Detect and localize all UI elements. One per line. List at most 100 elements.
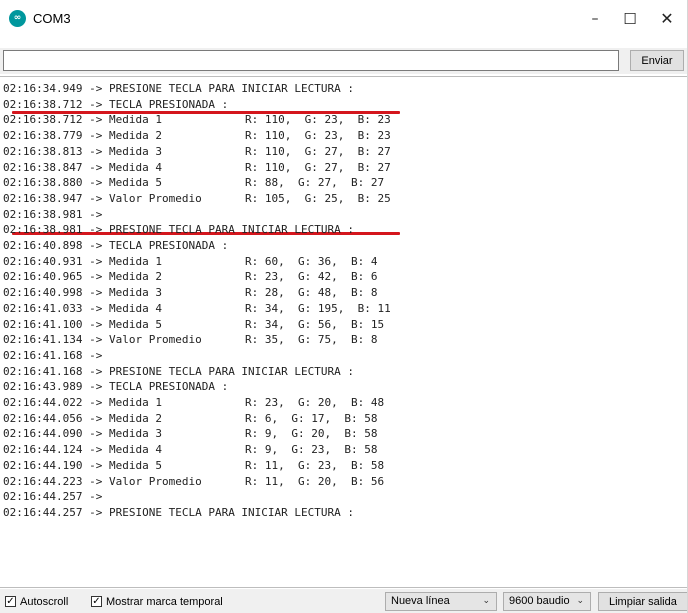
log-arrow: -> (82, 348, 103, 362)
log-line: 02:16:34.949 -> PRESIONE TECLA PARA INIC… (3, 81, 354, 96)
log-arrow: -> (82, 333, 109, 347)
serial-output[interactable]: 02:16:34.949 -> PRESIONE TECLA PARA INIC… (0, 76, 687, 588)
log-values: R: 34, G: 56, B: 15 (245, 317, 385, 331)
log-timestamp: 02:16:44.090 (3, 427, 83, 441)
log-line: 02:16:44.056 -> Medida 2 R: 6, G: 17, B: … (3, 411, 377, 426)
log-timestamp: 02:16:44.223 (3, 474, 83, 488)
log-line: 02:16:38.981 -> PRESIONE TECLA PARA INIC… (3, 222, 354, 237)
log-arrow: -> (82, 144, 109, 158)
log-values: R: 60, G: 36, B: 4 (245, 254, 378, 268)
timestamp-label: Mostrar marca temporal (106, 596, 223, 608)
log-values: R: 35, G: 75, B: 8 (245, 333, 378, 347)
log-timestamp: 02:16:38.981 (3, 223, 83, 237)
log-line: 02:16:38.712 -> Medida 1 R: 110, G: 23, B… (3, 112, 391, 127)
log-line: 02:16:38.847 -> Medida 4 R: 110, G: 27, B… (3, 160, 391, 175)
log-message: Medida 2 (108, 270, 162, 284)
minimize-icon[interactable]: – (580, 8, 610, 30)
log-message: TECLA PRESIONADA : (108, 97, 229, 111)
log-message: Valor Promedio (108, 333, 202, 347)
log-timestamp: 02:16:43.989 (3, 380, 83, 394)
log-line: 02:16:41.134 -> Valor Promedio R: 35, G: … (3, 332, 377, 347)
log-message: Medida 3 (108, 144, 162, 158)
log-message: Medida 4 (108, 443, 162, 457)
log-message: PRESIONE TECLA PARA INICIAR LECTURA : (108, 82, 355, 95)
log-line: 02:16:38.880 -> Medida 5 R: 88, G: 27, B:… (3, 175, 384, 190)
log-timestamp: 02:16:38.981 (3, 207, 83, 221)
log-line: 02:16:44.124 -> Medida 4 R: 9, G: 23, B: … (3, 442, 377, 457)
line-ending-value: Nueva línea (391, 595, 450, 607)
log-arrow: -> (82, 317, 109, 331)
log-values: R: 28, G: 48, B: 8 (245, 286, 378, 300)
log-arrow: -> (82, 129, 109, 143)
log-timestamp: 02:16:38.880 (3, 176, 83, 190)
log-timestamp: 02:16:41.168 (3, 348, 83, 362)
log-message: Medida 5 (108, 458, 162, 472)
log-line: 02:16:43.989 -> TECLA PRESIONADA : (3, 379, 228, 394)
log-values: R: 23, G: 20, B: 48 (245, 396, 385, 409)
log-timestamp: 02:16:38.712 (3, 113, 83, 127)
log-arrow: -> (82, 286, 109, 300)
log-values: R: 110, G: 23, B: 23 (245, 129, 391, 143)
clear-output-button[interactable]: Limpiar salida (598, 592, 687, 611)
log-arrow: -> (82, 490, 103, 504)
log-timestamp: 02:16:44.124 (3, 443, 83, 457)
log-values: R: 9, G: 20, B: 58 (245, 427, 378, 441)
chevron-down-icon: ⌄ (576, 596, 584, 606)
baud-rate-select[interactable]: 9600 baudio ⌄ (503, 592, 591, 611)
log-arrow: -> (82, 270, 109, 284)
log-timestamp: 02:16:38.813 (3, 144, 83, 158)
log-timestamp: 02:16:44.056 (3, 411, 83, 425)
arduino-icon: ∞ (9, 10, 26, 27)
autoscroll-checkbox[interactable]: ✓ (5, 596, 16, 607)
log-line: 02:16:38.712 -> TECLA PRESIONADA : (3, 97, 228, 112)
log-line: 02:16:38.981 -> (3, 207, 102, 222)
log-timestamp: 02:16:44.190 (3, 458, 83, 472)
log-values: R: 88, G: 27, B: 27 (245, 176, 385, 190)
log-arrow: -> (82, 364, 109, 378)
log-timestamp: 02:16:40.965 (3, 270, 83, 284)
log-timestamp: 02:16:38.847 (3, 160, 83, 174)
log-arrow: -> (82, 396, 109, 409)
log-values: R: 110, G: 27, B: 27 (245, 160, 391, 174)
log-line: 02:16:41.100 -> Medida 5 R: 34, G: 56, B:… (3, 317, 384, 332)
log-line: 02:16:40.998 -> Medida 3 R: 28, G: 48, B:… (3, 285, 377, 300)
log-line: 02:16:38.813 -> Medida 3 R: 110, G: 27, B… (3, 144, 391, 159)
log-line: 02:16:44.090 -> Medida 3 R: 9, G: 20, B: … (3, 426, 377, 441)
log-line: 02:16:41.033 -> Medida 4 R: 34, G: 195, B… (3, 301, 391, 316)
log-message: Medida 4 (108, 160, 162, 174)
log-message: Medida 5 (108, 317, 162, 331)
close-icon[interactable]: ✕ (652, 8, 682, 30)
log-timestamp: 02:16:41.033 (3, 301, 83, 315)
log-message: Medida 2 (108, 411, 162, 425)
log-line: 02:16:41.168 -> PRESIONE TECLA PARA INIC… (3, 364, 354, 379)
chevron-down-icon: ⌄ (482, 596, 490, 606)
log-arrow: -> (82, 443, 109, 457)
log-message: Valor Promedio (108, 191, 202, 205)
log-line: 02:16:40.898 -> TECLA PRESIONADA : (3, 238, 228, 253)
log-arrow: -> (82, 113, 109, 127)
log-arrow: -> (82, 223, 109, 237)
log-values: R: 110, G: 23, B: 23 (245, 113, 391, 127)
log-timestamp: 02:16:44.022 (3, 396, 83, 409)
log-timestamp: 02:16:40.931 (3, 254, 83, 268)
log-line: 02:16:38.779 -> Medida 2 R: 110, G: 23, B… (3, 128, 391, 143)
baud-rate-value: 9600 baudio (509, 595, 570, 607)
log-timestamp: 02:16:40.898 (3, 239, 83, 252)
timestamp-checkbox[interactable]: ✓ (91, 596, 102, 607)
log-message: Medida 2 (108, 129, 162, 143)
log-values: R: 110, G: 27, B: 27 (245, 144, 391, 158)
log-message: Medida 4 (108, 301, 162, 315)
send-input[interactable] (3, 50, 619, 71)
serial-monitor-window: ∞ COM3 – ☐ ✕ Enviar 02:16:34.949 -> PRES… (0, 0, 688, 613)
log-message: Valor Promedio (108, 474, 202, 488)
log-line: 02:16:41.168 -> (3, 348, 102, 363)
status-bar: ✓ Autoscroll ✓ Mostrar marca temporal Nu… (0, 589, 687, 613)
log-timestamp: 02:16:41.134 (3, 333, 83, 347)
title-bar[interactable]: ∞ COM3 – ☐ ✕ (0, 0, 687, 38)
log-message: PRESIONE TECLA PARA INICIAR LECTURA : (108, 364, 355, 378)
line-ending-select[interactable]: Nueva línea ⌄ (385, 592, 497, 611)
log-message: Medida 1 (108, 254, 162, 268)
send-button[interactable]: Enviar (630, 50, 684, 71)
maximize-icon[interactable]: ☐ (615, 8, 645, 30)
log-arrow: -> (82, 411, 109, 425)
